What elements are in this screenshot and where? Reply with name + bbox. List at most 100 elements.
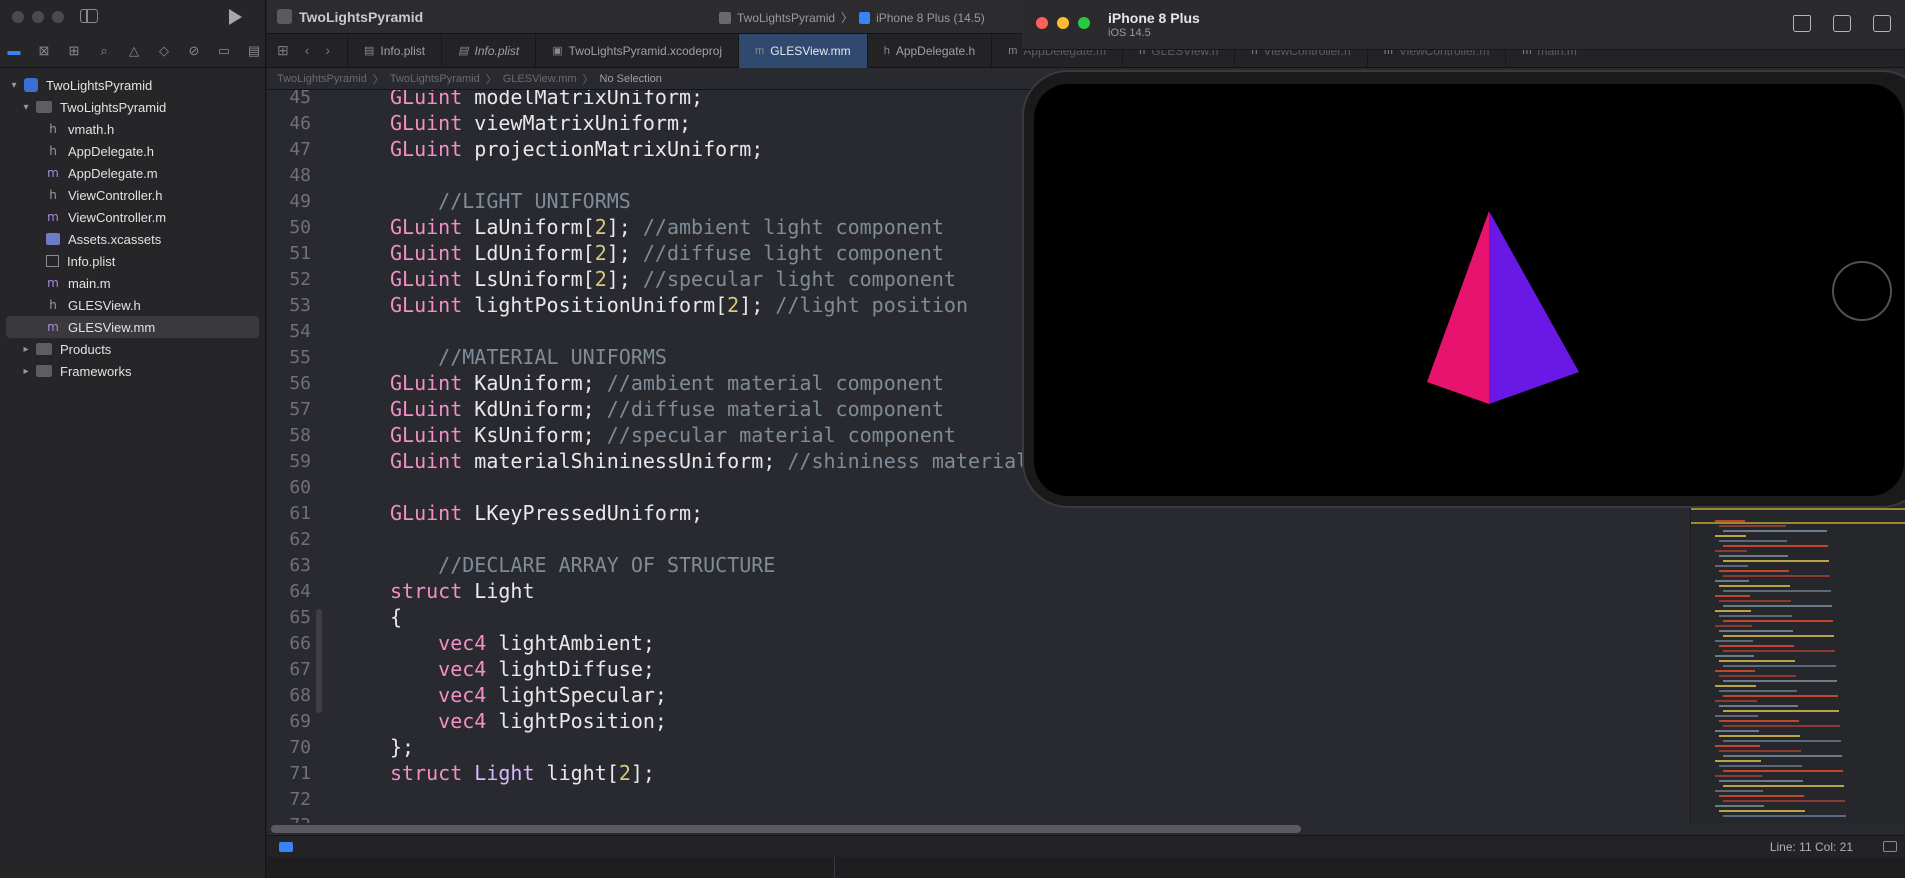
- code-line: 58 GLuint KsUniform; //specular material …: [267, 422, 956, 448]
- scheme-selector[interactable]: TwoLightsPyramid 〉 iPhone 8 Plus (14.5): [719, 9, 985, 26]
- file-row[interactable]: m GLESView.mm: [6, 316, 259, 338]
- panel-icon[interactable]: [1883, 841, 1897, 852]
- file-row[interactable]: h ViewController.h: [0, 184, 265, 206]
- close-window-button[interactable]: [12, 11, 24, 23]
- cursor-position: Line: 11 Col: 21: [1769, 840, 1853, 854]
- minimap-line: [1723, 530, 1827, 532]
- line-text: vec4 lightPosition;: [438, 709, 667, 733]
- code-line: 55 //MATERIAL UNIFORMS: [267, 344, 667, 370]
- run-button[interactable]: [229, 9, 242, 25]
- jumpbar-file[interactable]: GLESView.mm: [503, 73, 577, 85]
- minimap-line: [1723, 650, 1835, 652]
- file-label: AppDelegate.h: [68, 143, 155, 159]
- line-text: GLuint KaUniform; //ambient material com…: [390, 371, 944, 395]
- forward-icon[interactable]: ›: [325, 42, 330, 59]
- report-icon[interactable]: ▤: [246, 43, 262, 58]
- code-line: 63 //DECLARE ARRAY OF STRUCTURE: [267, 552, 775, 578]
- file-row[interactable]: m ViewController.m: [0, 206, 265, 228]
- chevron-right-icon[interactable]: ▸: [20, 344, 32, 355]
- file-row[interactable]: m AppDelegate.m: [0, 162, 265, 184]
- minimap-line: [1723, 575, 1830, 577]
- breakpoint-icon[interactable]: ▭: [216, 43, 232, 58]
- editor-tab[interactable]: ▤ Info.plist: [347, 33, 441, 68]
- file-row[interactable]: Info.plist: [0, 250, 265, 272]
- minimap-line: [1723, 785, 1844, 787]
- line-text: GLuint KdUniform; //diffuse material com…: [390, 397, 944, 421]
- rotate-icon[interactable]: [1873, 15, 1891, 32]
- file-row[interactable]: m main.m: [0, 272, 265, 294]
- tab-label: AppDelegate.h: [895, 43, 976, 58]
- chevron-down-icon[interactable]: ▾: [20, 102, 32, 113]
- test-icon[interactable]: ◇: [156, 43, 172, 58]
- simulator-tools: [1793, 15, 1891, 32]
- project-navigator: ▬ ⊠ ⊞ ⌕ △ ◇ ⊘ ▭ ▤ ▾ TwoLightsPyramid ▾ T…: [0, 0, 266, 878]
- minimap-line: [1715, 580, 1749, 582]
- symbol-icon[interactable]: ⊞: [66, 43, 82, 58]
- home-button[interactable]: [1832, 261, 1892, 321]
- editor-tab[interactable]: h AppDelegate.h: [866, 33, 992, 68]
- device-screen[interactable]: [1034, 84, 1904, 496]
- line-number: 51: [289, 242, 311, 264]
- group-row[interactable]: ▾ TwoLightsPyramid: [0, 96, 265, 118]
- header-file-icon: h: [49, 122, 57, 136]
- back-icon[interactable]: ‹: [305, 42, 310, 59]
- folder-icon: [36, 101, 52, 113]
- close-window-button[interactable]: [1036, 17, 1048, 29]
- search-icon[interactable]: ⌕: [96, 43, 112, 58]
- debug-icon[interactable]: ⊘: [186, 43, 202, 58]
- chevron-down-icon[interactable]: ▾: [8, 80, 20, 91]
- device-frame: [1022, 70, 1905, 508]
- minimap-line: [1719, 615, 1792, 617]
- minimap-line: [1723, 605, 1832, 607]
- editor-tab[interactable]: m GLESView.mm: [738, 33, 867, 68]
- screenshot-icon[interactable]: [1833, 15, 1851, 32]
- editor-tab[interactable]: ▤ Info.plist: [441, 33, 535, 68]
- folder-icon[interactable]: ▬: [6, 43, 22, 58]
- status-bar: Line: 11 Col: 21: [267, 835, 1905, 857]
- file-type-icon: m: [755, 44, 765, 57]
- minimap-line: [1719, 675, 1796, 677]
- line-number: 68: [289, 684, 311, 706]
- minimap-line: [1719, 690, 1797, 692]
- chevron-right-icon[interactable]: ▸: [20, 366, 32, 377]
- line-number: 56: [289, 372, 311, 394]
- minimap-line: [1715, 760, 1761, 762]
- window-title: TwoLightsPyramid: [299, 9, 424, 25]
- line-number: 65: [289, 606, 311, 628]
- line-number: 58: [289, 424, 311, 446]
- source-control-icon[interactable]: ⊠: [36, 43, 52, 58]
- sidebar-toggle-icon[interactable]: [80, 9, 98, 23]
- minimap-line: [1723, 635, 1834, 637]
- code-line: 47 GLuint projectionMatrixUniform;: [267, 136, 763, 162]
- scroll-thumb[interactable]: [271, 825, 1301, 833]
- minimap-line: [1715, 775, 1762, 777]
- debug-area-toggle-icon[interactable]: [279, 842, 293, 852]
- jumpbar-symbol[interactable]: No Selection: [600, 73, 662, 85]
- file-row[interactable]: h AppDelegate.h: [0, 140, 265, 162]
- folder-row[interactable]: ▸ Frameworks: [0, 360, 265, 382]
- code-line: 60: [267, 474, 311, 500]
- project-row[interactable]: ▾ TwoLightsPyramid: [0, 74, 265, 96]
- file-label: AppDelegate.m: [68, 165, 158, 181]
- minimize-window-button[interactable]: [32, 11, 44, 23]
- warning-icon[interactable]: △: [126, 43, 142, 58]
- zoom-window-button[interactable]: [52, 11, 64, 23]
- file-row[interactable]: Assets.xcassets: [0, 228, 265, 250]
- file-type-icon: ▣: [552, 45, 563, 57]
- zoom-window-button[interactable]: [1078, 17, 1090, 29]
- file-label: ViewController.m: [68, 209, 167, 225]
- horizontal-scrollbar[interactable]: [271, 823, 1661, 833]
- line-number: 57: [289, 398, 311, 420]
- file-row[interactable]: h GLESView.h: [0, 294, 265, 316]
- folder-row[interactable]: ▸ Products: [0, 338, 265, 360]
- jumpbar-project[interactable]: TwoLightsPyramid: [277, 73, 367, 85]
- editor-tab[interactable]: ▣ TwoLightsPyramid.xcodeproj: [535, 33, 738, 68]
- grid-icon[interactable]: ⊞: [277, 42, 289, 59]
- jumpbar-group[interactable]: TwoLightsPyramid: [390, 73, 480, 85]
- home-icon[interactable]: [1793, 15, 1811, 32]
- minimap-line: [1715, 670, 1755, 672]
- header-file-icon: h: [49, 298, 57, 312]
- code-line: 56 GLuint KaUniform; //ambient material c…: [267, 370, 944, 396]
- file-row[interactable]: h vmath.h: [0, 118, 265, 140]
- minimize-window-button[interactable]: [1057, 17, 1069, 29]
